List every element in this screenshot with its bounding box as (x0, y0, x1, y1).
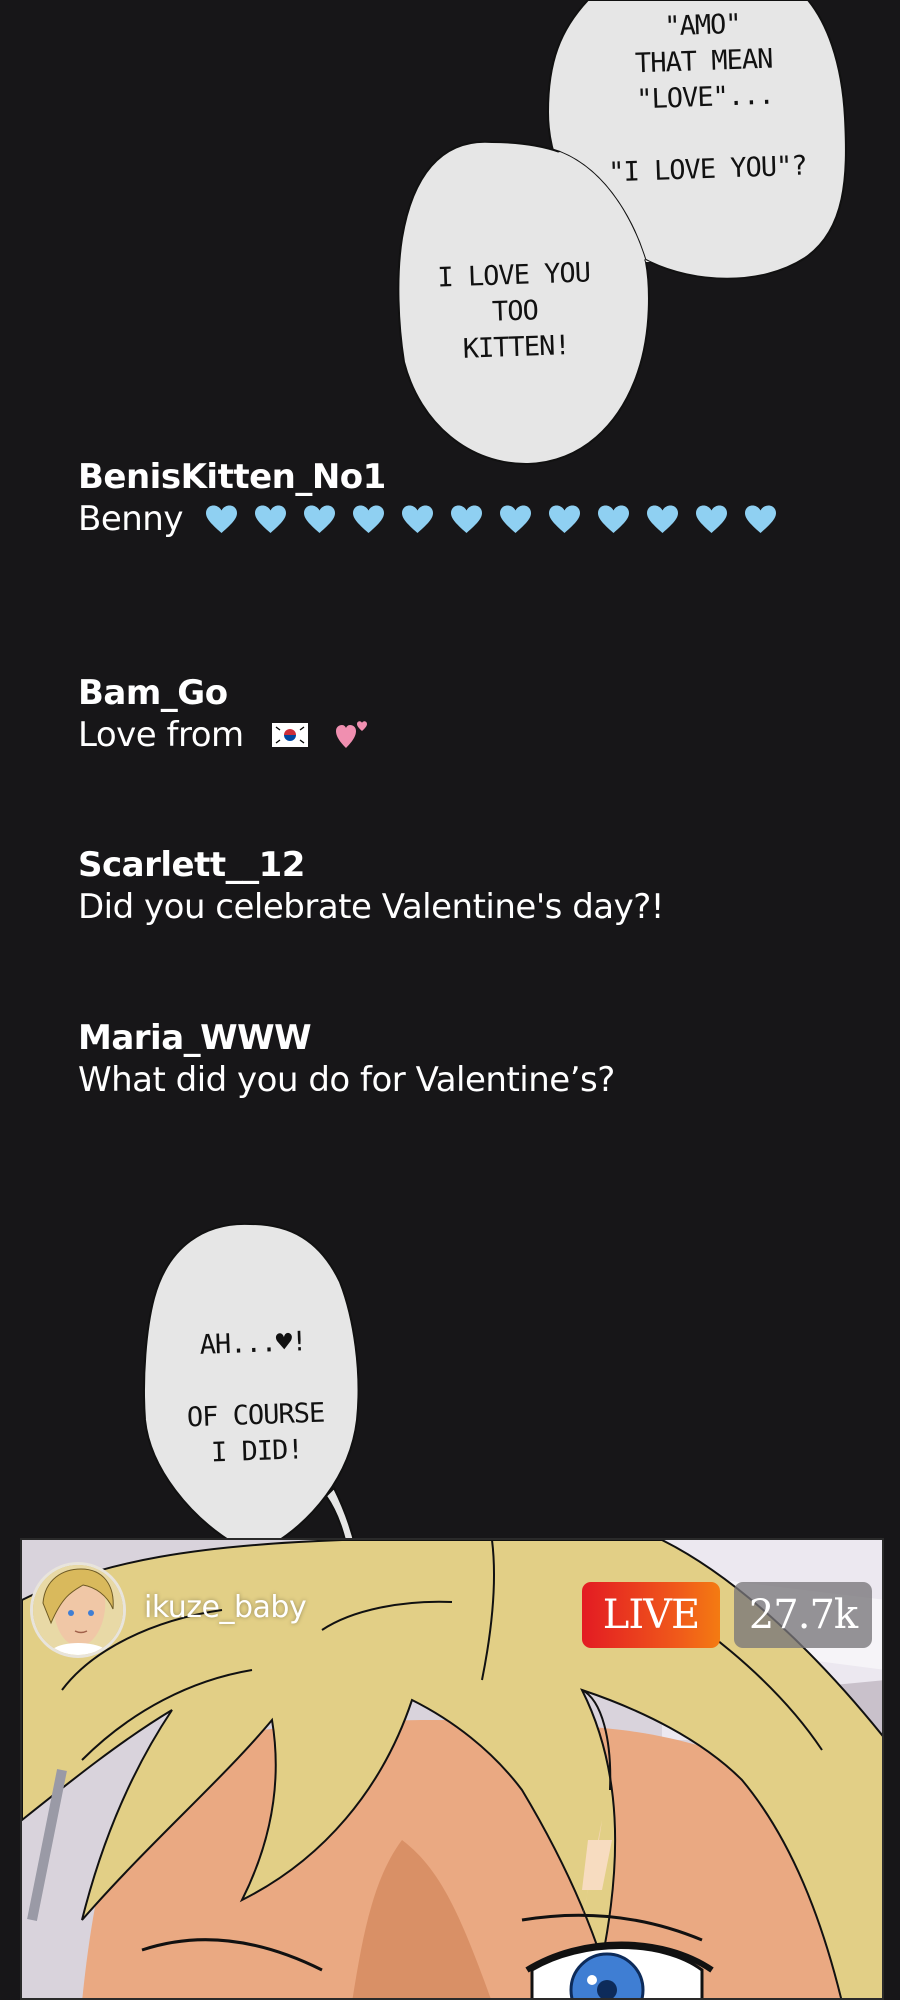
live-stream-panel[interactable]: ikuze_baby LIVE 27.7k (20, 1538, 884, 2000)
streamer-username[interactable]: ikuze_baby (144, 1590, 307, 1625)
speech-bubble-layer (143, 0, 847, 1579)
comment-username: Scarlett__12 (78, 845, 305, 885)
pink-two-hearts-icon (335, 721, 367, 748)
comment-message-text: Benny (78, 499, 183, 539)
south-korea-flag-icon (271, 723, 308, 747)
chat-comment: Maria_WWW What did you do for Valentine’… (78, 1017, 615, 1101)
speech-bubble-top-text: "AMO" THAT MEAN "LOVE"... "I LOVE YOU"? (607, 8, 808, 189)
speech-bubble-bottom-text: AH...♥! OF COURSE I DID! (186, 1326, 325, 1469)
speech-bubble-middle-text: I LOVE YOU TOO KITTEN! (436, 257, 591, 365)
blue-heart-icon (548, 505, 580, 533)
comment-username: BenisKitten_No1 (78, 457, 386, 497)
chat-comment: Bam_Go Love from (78, 672, 370, 756)
streamer-avatar[interactable] (30, 1562, 126, 1658)
blue-heart-icon (499, 505, 531, 533)
blue-heart-icon (744, 505, 776, 533)
comment-message: What did you do for Valentine’s? (78, 1060, 615, 1100)
blue-heart-icon (303, 505, 335, 533)
comment-message: Love from (78, 714, 370, 756)
chat-comment: BenisKitten_No1 Benny (78, 456, 777, 540)
comment-username: Bam_Go (78, 673, 228, 713)
chat-comment: Scarlett__12 Did you celebrate Valentine… (78, 844, 664, 928)
comment-username: Maria_WWW (78, 1018, 312, 1058)
blue-heart-icon (597, 505, 629, 533)
blue-heart-icon (695, 505, 727, 533)
comment-message-text: Love from (78, 715, 244, 755)
live-badge: LIVE (582, 1582, 720, 1648)
blue-heart-icon (205, 505, 237, 533)
blue-heart-icon (450, 505, 482, 533)
viewer-count-badge: 27.7k (734, 1582, 872, 1648)
blue-heart-icon (646, 505, 678, 533)
blue-hearts-emoji-row (205, 504, 777, 534)
blue-heart-icon (401, 505, 433, 533)
avatar-portrait-icon (33, 1565, 123, 1655)
blue-heart-icon (352, 505, 384, 533)
blue-heart-icon (254, 505, 286, 533)
comment-message: Benny (78, 498, 777, 540)
comment-message: Did you celebrate Valentine's day?! (78, 887, 664, 927)
